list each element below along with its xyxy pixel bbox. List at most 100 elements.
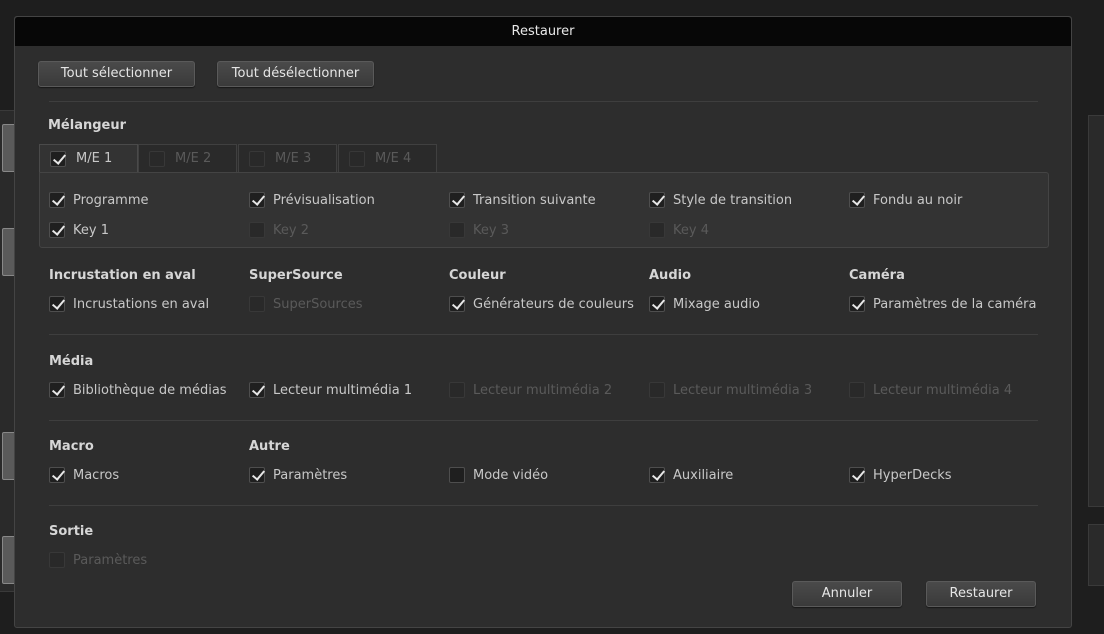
checkbox-box[interactable]	[849, 382, 865, 398]
tab-me-2-checkbox[interactable]	[149, 150, 165, 167]
background-right-panel	[1088, 115, 1104, 507]
checkbox-parametres-camera[interactable]: Paramètres de la caméra	[849, 295, 1036, 313]
checkbox-box[interactable]	[649, 296, 665, 312]
checkbox-box[interactable]	[649, 192, 665, 208]
checkbox-mode-video[interactable]: Mode vidéo	[449, 466, 548, 484]
checkbox-label: Transition suivante	[473, 192, 596, 208]
checkbox-box[interactable]	[249, 382, 265, 398]
checkbox-label: Lecteur multimédia 2	[473, 382, 613, 398]
tab-me-1-checkbox[interactable]	[50, 150, 66, 167]
checkbox-bibliotheque-medias[interactable]: Bibliothèque de médias	[49, 381, 227, 399]
checkbox-lecteur-multimedia-2[interactable]: Lecteur multimédia 2	[449, 381, 612, 399]
checkbox-lecteur-multimedia-4[interactable]: Lecteur multimédia 4	[849, 381, 1012, 399]
checkbox-label: Auxiliaire	[673, 467, 734, 483]
checkbox-output-parametres[interactable]: Paramètres	[49, 551, 147, 569]
tab-me-4-label: M/E 4	[375, 151, 412, 166]
checkbox-label: Key 4	[673, 222, 709, 238]
checkbox-box[interactable]	[649, 222, 665, 238]
checkbox-previsualisation[interactable]: Prévisualisation	[249, 191, 375, 209]
checkbox-box[interactable]	[849, 296, 865, 312]
camera-heading: Caméra	[849, 268, 905, 283]
background-right-panel-lower	[1088, 524, 1104, 586]
checkbox-label: Lecteur multimédia 4	[873, 382, 1013, 398]
mixer-options-panel	[39, 172, 1049, 248]
tab-me-1[interactable]: M/E 1	[39, 144, 138, 172]
checkbox-box[interactable]	[649, 382, 665, 398]
output-heading: Sortie	[49, 524, 94, 539]
checkbox-lecteur-multimedia-3[interactable]: Lecteur multimédia 3	[649, 381, 812, 399]
tab-me-3-checkbox[interactable]	[249, 150, 265, 167]
checkbox-transition-suivante[interactable]: Transition suivante	[449, 191, 596, 209]
checkbox-box[interactable]	[49, 467, 65, 483]
checkbox-key-2[interactable]: Key 2	[249, 221, 309, 239]
checkbox-box[interactable]	[649, 467, 665, 483]
separator	[49, 101, 1038, 102]
separator	[49, 505, 1038, 506]
tab-me-3-label: M/E 3	[275, 151, 312, 166]
checkbox-hyperdecks[interactable]: HyperDecks	[849, 466, 952, 484]
checkbox-fondu-au-noir[interactable]: Fondu au noir	[849, 191, 962, 209]
tab-me-4-checkbox[interactable]	[349, 150, 365, 167]
checkbox-label: Paramètres	[73, 552, 148, 568]
checkbox-label: Programme	[73, 192, 149, 208]
checkbox-label: Générateurs de couleurs	[473, 296, 634, 312]
checkbox-label: Lecteur multimédia 1	[273, 382, 413, 398]
other-heading: Autre	[249, 439, 290, 454]
cancel-button[interactable]: Annuler	[792, 581, 902, 607]
checkbox-label: Mixage audio	[673, 296, 760, 312]
checkbox-box[interactable]	[249, 467, 265, 483]
checkbox-key-3[interactable]: Key 3	[449, 221, 509, 239]
checkbox-auxiliaire[interactable]: Auxiliaire	[649, 466, 733, 484]
checkbox-box[interactable]	[849, 467, 865, 483]
checkbox-label: Key 1	[73, 222, 109, 238]
separator	[49, 420, 1038, 421]
tab-me-4[interactable]: M/E 4	[338, 144, 437, 172]
checkbox-box[interactable]	[449, 192, 465, 208]
tab-me-2-label: M/E 2	[175, 151, 212, 166]
checkbox-macros[interactable]: Macros	[49, 466, 119, 484]
restore-dialog: Restaurer Tout sélectionner Tout désélec…	[14, 16, 1072, 628]
checkbox-box[interactable]	[449, 296, 465, 312]
checkbox-label: Key 3	[473, 222, 509, 238]
checkbox-lecteur-multimedia-1[interactable]: Lecteur multimédia 1	[249, 381, 412, 399]
checkbox-box[interactable]	[449, 222, 465, 238]
checkbox-supersources[interactable]: SuperSources	[249, 295, 363, 313]
checkbox-label: Paramètres	[273, 467, 348, 483]
background-left-panel	[0, 110, 15, 592]
checkbox-box[interactable]	[249, 296, 265, 312]
checkbox-box[interactable]	[49, 222, 65, 238]
checkbox-box[interactable]	[49, 552, 65, 568]
tab-me-2[interactable]: M/E 2	[138, 144, 237, 172]
checkbox-label: Style de transition	[673, 192, 793, 208]
checkbox-box[interactable]	[249, 222, 265, 238]
checkbox-box[interactable]	[849, 192, 865, 208]
checkbox-key-4[interactable]: Key 4	[649, 221, 709, 239]
tab-me-1-label: M/E 1	[76, 151, 113, 166]
checkbox-label: Fondu au noir	[873, 192, 963, 208]
checkbox-label: Prévisualisation	[273, 192, 375, 208]
checkbox-box[interactable]	[49, 296, 65, 312]
checkbox-programme[interactable]: Programme	[49, 191, 149, 209]
checkbox-generateurs-de-couleurs[interactable]: Générateurs de couleurs	[449, 295, 634, 313]
macro-heading: Macro	[49, 439, 94, 454]
downstream-key-heading: Incrustation en aval	[49, 268, 196, 283]
checkbox-label: Macros	[73, 467, 120, 483]
deselect-all-button[interactable]: Tout désélectionner	[217, 61, 374, 87]
checkbox-box[interactable]	[449, 382, 465, 398]
checkbox-label: Incrustations en aval	[73, 296, 210, 312]
restore-button[interactable]: Restaurer	[926, 581, 1036, 607]
color-heading: Couleur	[449, 268, 506, 283]
checkbox-mixage-audio[interactable]: Mixage audio	[649, 295, 760, 313]
checkbox-box[interactable]	[449, 467, 465, 483]
checkbox-box[interactable]	[49, 382, 65, 398]
select-all-button[interactable]: Tout sélectionner	[38, 61, 195, 87]
checkbox-style-de-transition[interactable]: Style de transition	[649, 191, 792, 209]
checkbox-incrustations-en-aval[interactable]: Incrustations en aval	[49, 295, 209, 313]
checkbox-box[interactable]	[49, 192, 65, 208]
checkbox-parametres[interactable]: Paramètres	[249, 466, 347, 484]
tab-me-3[interactable]: M/E 3	[238, 144, 337, 172]
checkbox-label: SuperSources	[273, 296, 363, 312]
separator	[49, 334, 1038, 335]
checkbox-key-1[interactable]: Key 1	[49, 221, 109, 239]
checkbox-box[interactable]	[249, 192, 265, 208]
